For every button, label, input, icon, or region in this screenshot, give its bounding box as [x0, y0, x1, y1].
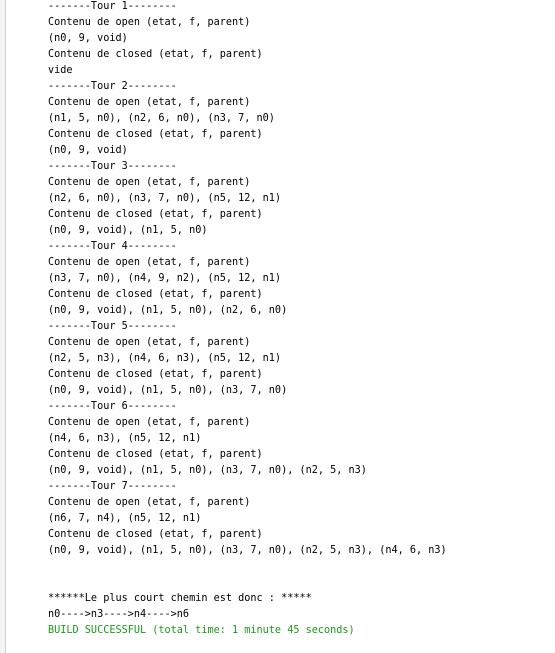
console-line: (n0, 9, void) — [48, 145, 128, 156]
console-line: ******Le plus court chemin est donc : **… — [48, 593, 312, 604]
console-line: Contenu de closed (etat, f, parent) — [48, 129, 263, 140]
output-console[interactable]: -------Tour 1-------- Contenu de open (et… — [48, 0, 548, 652]
console-line: (n1, 5, n0), (n2, 6, n0), (n3, 7, n0) — [48, 113, 275, 124]
console-line: (n6, 7, n4), (n5, 12, n1) — [48, 513, 202, 524]
console-line: Contenu de closed (etat, f, parent) — [48, 209, 263, 220]
console-line: -------Tour 3-------- — [48, 161, 177, 172]
console-line: -------Tour 2-------- — [48, 81, 177, 92]
console-line: Contenu de closed (etat, f, parent) — [48, 449, 263, 460]
console-line: (n2, 5, n3), (n4, 6, n3), (n5, 12, n1) — [48, 353, 282, 364]
console-line: (n0, 9, void), (n1, 5, n0), (n3, 7, n0),… — [48, 465, 367, 476]
console-line: vide — [48, 65, 73, 76]
console-line: n0---->n3---->n4---->n6 — [48, 609, 190, 620]
console-line: Contenu de closed (etat, f, parent) — [48, 529, 263, 540]
console-line: (n0, 9, void), (n1, 5, n0), (n3, 7, n0),… — [48, 545, 447, 556]
console-line: -------Tour 5-------- — [48, 321, 177, 332]
console-line: (n0, 9, void) — [48, 33, 128, 44]
console-line: (n0, 9, void), (n1, 5, n0), (n2, 6, n0) — [48, 305, 288, 316]
console-line: (n3, 7, n0), (n4, 9, n2), (n5, 12, n1) — [48, 273, 282, 284]
console-line: (n0, 9, void), (n1, 5, n0), (n3, 7, n0) — [48, 385, 288, 396]
console-line: Contenu de closed (etat, f, parent) — [48, 289, 263, 300]
console-line: -------Tour 4-------- — [48, 241, 177, 252]
console-line: Contenu de open (etat, f, parent) — [48, 417, 251, 428]
console-line: -------Tour 6-------- — [48, 401, 177, 412]
console-line: Contenu de open (etat, f, parent) — [48, 97, 251, 108]
console-gutter — [0, 0, 6, 653]
console-line: -------Tour 1-------- — [48, 1, 177, 12]
console-line: -------Tour 7-------- — [48, 481, 177, 492]
console-line: Contenu de open (etat, f, parent) — [48, 337, 251, 348]
console-line: (n0, 9, void), (n1, 5, n0) — [48, 225, 208, 236]
console-line: (n4, 6, n3), (n5, 12, n1) — [48, 433, 202, 444]
console-line: Contenu de open (etat, f, parent) — [48, 497, 251, 508]
console-line: Contenu de closed (etat, f, parent) — [48, 49, 263, 60]
console-line: (n2, 6, n0), (n3, 7, n0), (n5, 12, n1) — [48, 193, 282, 204]
console-line: Contenu de open (etat, f, parent) — [48, 257, 251, 268]
console-line: Contenu de open (etat, f, parent) — [48, 177, 251, 188]
build-status-line: BUILD SUCCESSFUL (total time: 1 minute 4… — [48, 625, 355, 636]
console-line: Contenu de closed (etat, f, parent) — [48, 369, 263, 380]
console-line: Contenu de open (etat, f, parent) — [48, 17, 251, 28]
